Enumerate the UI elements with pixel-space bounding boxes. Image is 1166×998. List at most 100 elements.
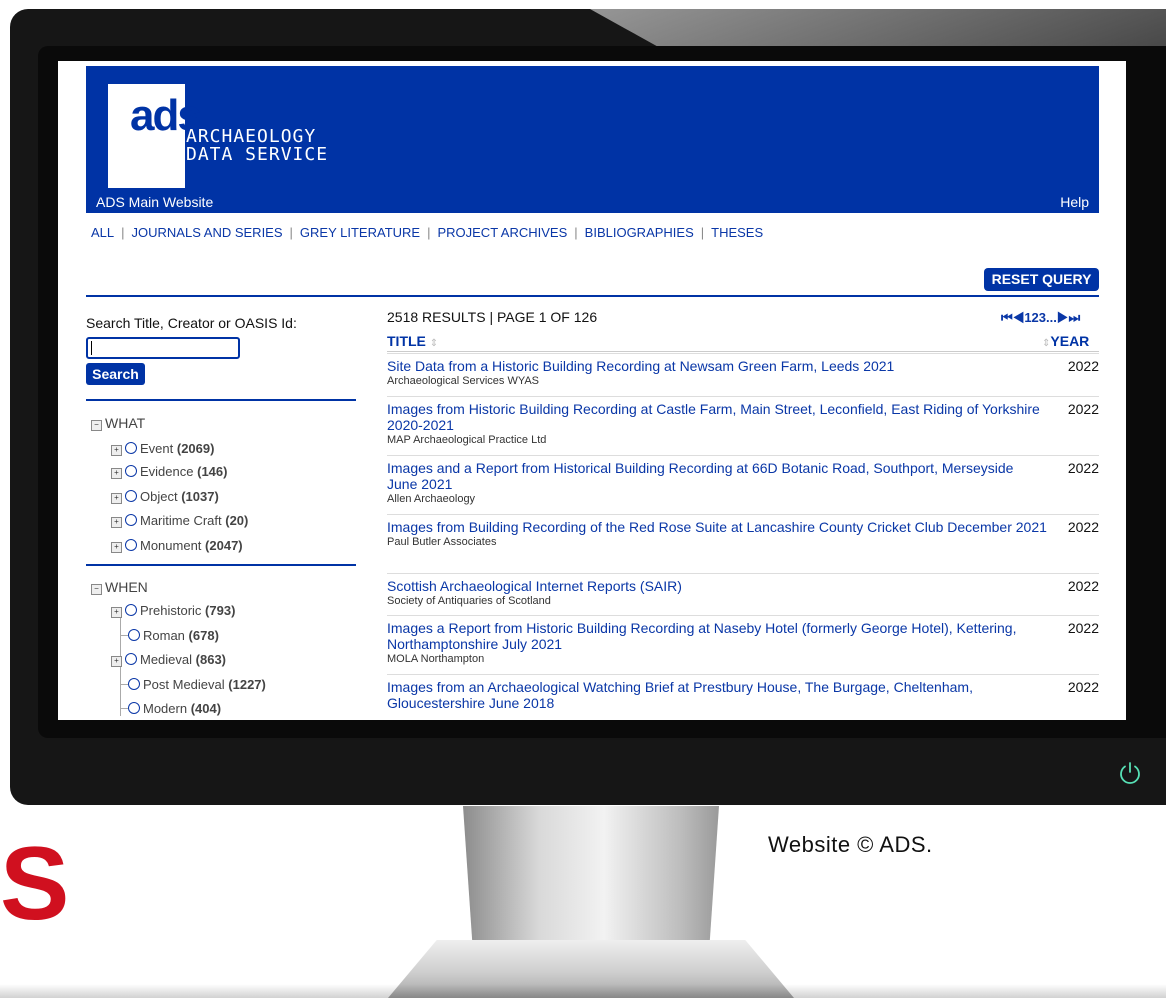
result-row: Images from an Archaeological Watching B… bbox=[387, 674, 1099, 711]
result-creator: MAP Archaeological Practice Ltd bbox=[387, 434, 547, 446]
result-creator: Society of Antiquaries of Scotland bbox=[387, 595, 551, 607]
search-input[interactable] bbox=[86, 337, 240, 359]
results-summary: 2518 RESULTS | PAGE 1 OF 126 bbox=[387, 309, 598, 325]
result-creator: Archaeological Services WYAS bbox=[387, 375, 540, 387]
result-row: Scottish Archaeological Internet Reports… bbox=[387, 573, 1099, 609]
divider bbox=[86, 295, 1099, 297]
result-year: 2022 bbox=[1067, 358, 1099, 374]
category-link-all[interactable]: ALL bbox=[91, 225, 114, 240]
copyright-caption: Website © ADS. bbox=[768, 832, 933, 857]
search-button[interactable]: Search bbox=[86, 363, 145, 385]
facet-item-modern[interactable]: Modern (404) bbox=[128, 701, 221, 716]
logo-line-data-service: DATA SERVICE bbox=[186, 144, 329, 165]
radio-icon[interactable] bbox=[128, 678, 140, 690]
last-page-icon[interactable]: ⏭ bbox=[1068, 310, 1080, 325]
result-title-link[interactable]: Site Data from a Historic Building Recor… bbox=[387, 354, 1047, 374]
divider bbox=[387, 351, 1099, 352]
collapse-icon[interactable]: − bbox=[91, 420, 102, 431]
radio-icon[interactable] bbox=[128, 702, 140, 714]
sort-icon[interactable]: ⇕ bbox=[430, 338, 438, 349]
separator: | bbox=[289, 225, 293, 240]
expand-icon[interactable]: + bbox=[111, 468, 122, 479]
expand-icon[interactable]: + bbox=[111, 517, 122, 528]
category-links: ALL | JOURNALS AND SERIES | GREY LITERATURE |… bbox=[91, 225, 763, 240]
expand-icon[interactable]: + bbox=[111, 445, 122, 456]
result-row: Images from Historic Building Recording … bbox=[387, 396, 1099, 448]
separator: | bbox=[700, 225, 705, 240]
result-row: Images a Report from Historic Building R… bbox=[387, 615, 1099, 667]
floor-shadow bbox=[0, 984, 1166, 998]
result-year: 2022 bbox=[1067, 620, 1099, 636]
category-link-bibliographies[interactable]: BIBLIOGRAPHIES bbox=[585, 225, 694, 240]
result-row: Images and a Report from Historical Buil… bbox=[387, 455, 1099, 507]
radio-icon[interactable] bbox=[125, 604, 137, 616]
separator: | bbox=[121, 225, 125, 240]
result-row: Images from Building Recording of the Re… bbox=[387, 514, 1099, 550]
tree-connector bbox=[120, 708, 128, 709]
nav-bar: ADS Main Website Help bbox=[86, 191, 1099, 213]
result-creator: MOLA Northampton bbox=[387, 653, 485, 665]
facet-item-post-medieval[interactable]: Post Medieval (1227) bbox=[128, 677, 266, 692]
facet-item-evidence[interactable]: + Evidence (146) bbox=[111, 464, 227, 479]
column-header-year[interactable]: ⇕YEAR bbox=[1042, 333, 1089, 349]
radio-icon[interactable] bbox=[125, 442, 137, 454]
category-link-journals[interactable]: JOURNALS AND SERIES bbox=[132, 225, 283, 240]
facet-item-maritime-craft[interactable]: + Maritime Craft (20) bbox=[111, 513, 248, 528]
ads-main-website-link[interactable]: ADS Main Website bbox=[96, 194, 213, 210]
divider bbox=[86, 564, 356, 566]
radio-icon[interactable] bbox=[125, 490, 137, 502]
separator: | bbox=[574, 225, 578, 240]
tree-connector bbox=[120, 684, 128, 685]
result-row: Site Data from a Historic Building Recor… bbox=[387, 353, 1099, 389]
next-page-icon[interactable]: ▶ bbox=[1057, 310, 1069, 325]
result-title-link[interactable]: Images and a Report from Historical Buil… bbox=[387, 456, 1047, 492]
result-title-link[interactable]: Scottish Archaeological Internet Reports… bbox=[387, 574, 1047, 594]
facet-item-roman[interactable]: Roman (678) bbox=[128, 628, 219, 643]
site-header: ads ARCHAEOLOGY DATA SERVICE bbox=[86, 66, 1099, 191]
radio-icon[interactable] bbox=[125, 653, 137, 665]
result-title-link[interactable]: Images a Report from Historic Building R… bbox=[387, 616, 1047, 652]
prev-page-icon[interactable]: ◀ bbox=[1013, 310, 1025, 325]
category-link-theses[interactable]: THESES bbox=[711, 225, 763, 240]
expand-icon[interactable]: + bbox=[111, 656, 122, 667]
expand-icon[interactable]: + bbox=[111, 542, 122, 553]
result-title-link[interactable]: Images from an Archaeological Watching B… bbox=[387, 675, 1047, 711]
column-header-title[interactable]: TITLE ⇕ bbox=[387, 333, 438, 349]
search-label: Search Title, Creator or OASIS Id: bbox=[86, 315, 297, 331]
collapse-icon[interactable]: − bbox=[91, 584, 102, 595]
facet-when[interactable]: − WHEN bbox=[91, 579, 148, 595]
category-link-grey-literature[interactable]: GREY LITERATURE bbox=[300, 225, 420, 240]
separator: | bbox=[427, 225, 431, 240]
help-link[interactable]: Help bbox=[1060, 194, 1089, 210]
facet-item-monument[interactable]: + Monument (2047) bbox=[111, 538, 243, 553]
divider bbox=[86, 399, 356, 401]
first-page-icon[interactable]: ⏮ bbox=[1001, 310, 1013, 325]
monitor-stand-neck bbox=[463, 806, 719, 956]
result-creator: Allen Archaeology bbox=[387, 493, 476, 505]
tree-connector bbox=[120, 635, 128, 636]
ads-logo[interactable]: ads bbox=[108, 84, 202, 188]
result-title-link[interactable]: Images from Historic Building Recording … bbox=[387, 397, 1047, 433]
facet-item-medieval[interactable]: + Medieval (863) bbox=[111, 652, 226, 667]
text-cursor bbox=[91, 341, 92, 355]
expand-icon[interactable]: + bbox=[111, 493, 122, 504]
radio-icon[interactable] bbox=[128, 629, 140, 641]
radio-icon[interactable] bbox=[125, 539, 137, 551]
power-icon[interactable] bbox=[1117, 760, 1143, 786]
facet-item-object[interactable]: + Object (1037) bbox=[111, 489, 219, 504]
radio-icon[interactable] bbox=[125, 514, 137, 526]
monitor-screen: ads ARCHAEOLOGY DATA SERVICE ADS Main We… bbox=[58, 61, 1126, 720]
expand-icon[interactable]: + bbox=[111, 607, 122, 618]
result-year: 2022 bbox=[1067, 460, 1099, 476]
result-year: 2022 bbox=[1067, 401, 1099, 417]
result-year: 2022 bbox=[1067, 578, 1099, 594]
pagination: ⏮◀123...▶⏭ bbox=[1001, 310, 1080, 326]
facet-item-event[interactable]: + Event (2069) bbox=[111, 441, 214, 456]
facet-item-prehistoric[interactable]: + Prehistoric (793) bbox=[111, 603, 235, 618]
facet-what[interactable]: − WHAT bbox=[91, 415, 145, 431]
category-link-project-archives[interactable]: PROJECT ARCHIVES bbox=[437, 225, 567, 240]
reset-query-button[interactable]: RESET QUERY bbox=[984, 268, 1099, 291]
result-title-link[interactable]: Images from Building Recording of the Re… bbox=[387, 515, 1047, 535]
page-links[interactable]: 123... bbox=[1024, 310, 1057, 325]
radio-icon[interactable] bbox=[125, 465, 137, 477]
